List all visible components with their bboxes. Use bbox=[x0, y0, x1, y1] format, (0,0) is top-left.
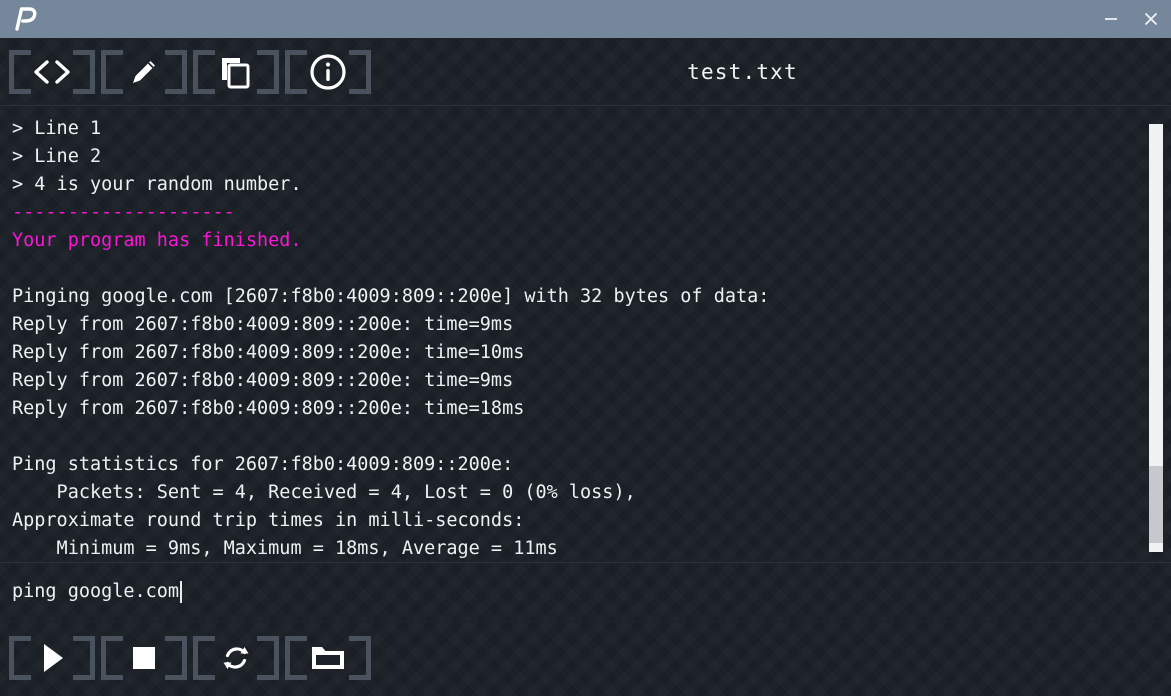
top-toolbar: test.txt bbox=[0, 38, 1171, 106]
console-line: Approximate round trip times in milli-se… bbox=[12, 510, 525, 531]
app-logo-icon bbox=[0, 0, 46, 38]
play-icon bbox=[37, 641, 67, 675]
console-line: Your program has finished. bbox=[12, 230, 302, 251]
info-button[interactable] bbox=[282, 38, 374, 105]
run-button[interactable] bbox=[6, 620, 98, 696]
console-line: Ping statistics for 2607:f8b0:4009:809::… bbox=[12, 454, 514, 475]
code-icon bbox=[31, 57, 73, 87]
bracket-frame-right bbox=[253, 49, 279, 94]
bracket-frame-left bbox=[101, 49, 127, 94]
bracket-frame-right bbox=[345, 636, 371, 680]
bracket-frame-right bbox=[161, 636, 187, 680]
application-window: test.txt > Line 1 > Line 2 > 4 is your ran… bbox=[0, 0, 1171, 696]
console-line: Minimum = 9ms, Maximum = 18ms, Average =… bbox=[12, 538, 558, 559]
bracket-frame-right bbox=[253, 636, 279, 680]
copy-icon bbox=[218, 54, 254, 90]
console-line: -------------------- bbox=[12, 202, 235, 223]
bracket-frame-left bbox=[285, 49, 311, 94]
bracket-frame-left bbox=[193, 636, 219, 680]
refresh-icon bbox=[218, 640, 254, 676]
console-area: > Line 1 > Line 2 > 4 is your random numbe… bbox=[0, 106, 1171, 562]
console-line: Reply from 2607:f8b0:4009:809::200e: tim… bbox=[12, 370, 514, 391]
console-line: > Line 2 bbox=[12, 146, 102, 167]
command-input[interactable]: ping google.com bbox=[12, 580, 1171, 603]
console-output[interactable]: > Line 1 > Line 2 > 4 is your random numbe… bbox=[0, 106, 1149, 562]
folder-icon bbox=[308, 642, 348, 674]
copy-button[interactable] bbox=[190, 38, 282, 105]
code-view-button[interactable] bbox=[6, 38, 98, 105]
console-line: > 4 is your random number. bbox=[12, 174, 302, 195]
minimize-button[interactable] bbox=[1091, 0, 1131, 38]
bracket-frame-left bbox=[285, 636, 311, 680]
bracket-frame-right bbox=[345, 49, 371, 94]
bracket-frame-left bbox=[193, 49, 219, 94]
stop-icon bbox=[131, 645, 157, 671]
restart-button[interactable] bbox=[190, 620, 282, 696]
command-input-value: ping google.com bbox=[12, 581, 180, 602]
pencil-icon bbox=[126, 54, 162, 90]
bracket-frame-left bbox=[9, 49, 35, 94]
scrollbar-thumb[interactable] bbox=[1149, 466, 1163, 544]
bracket-frame-left bbox=[9, 636, 35, 680]
bracket-frame-right bbox=[69, 49, 95, 94]
console-line: Reply from 2607:f8b0:4009:809::200e: tim… bbox=[12, 342, 525, 363]
console-line: > Line 1 bbox=[12, 118, 102, 139]
command-input-row[interactable]: ping google.com bbox=[0, 562, 1171, 620]
console-line: Reply from 2607:f8b0:4009:809::200e: tim… bbox=[12, 398, 525, 419]
console-scrollbar[interactable] bbox=[1149, 124, 1163, 552]
console-line: Reply from 2607:f8b0:4009:809::200e: tim… bbox=[12, 314, 514, 335]
close-button[interactable] bbox=[1131, 0, 1171, 38]
bracket-frame-right bbox=[161, 49, 187, 94]
bottom-toolbar bbox=[0, 620, 1171, 696]
bracket-frame-left bbox=[101, 636, 127, 680]
console-line: Pinging google.com [2607:f8b0:4009:809::… bbox=[12, 286, 770, 307]
file-title: test.txt bbox=[687, 59, 798, 84]
open-folder-button[interactable] bbox=[282, 620, 374, 696]
edit-button[interactable] bbox=[98, 38, 190, 105]
console-line: Packets: Sent = 4, Received = 4, Lost = … bbox=[12, 482, 636, 503]
info-icon bbox=[308, 52, 348, 92]
text-caret bbox=[180, 580, 183, 603]
bracket-frame-right bbox=[69, 636, 95, 680]
stop-button[interactable] bbox=[98, 620, 190, 696]
title-bar bbox=[0, 0, 1171, 38]
